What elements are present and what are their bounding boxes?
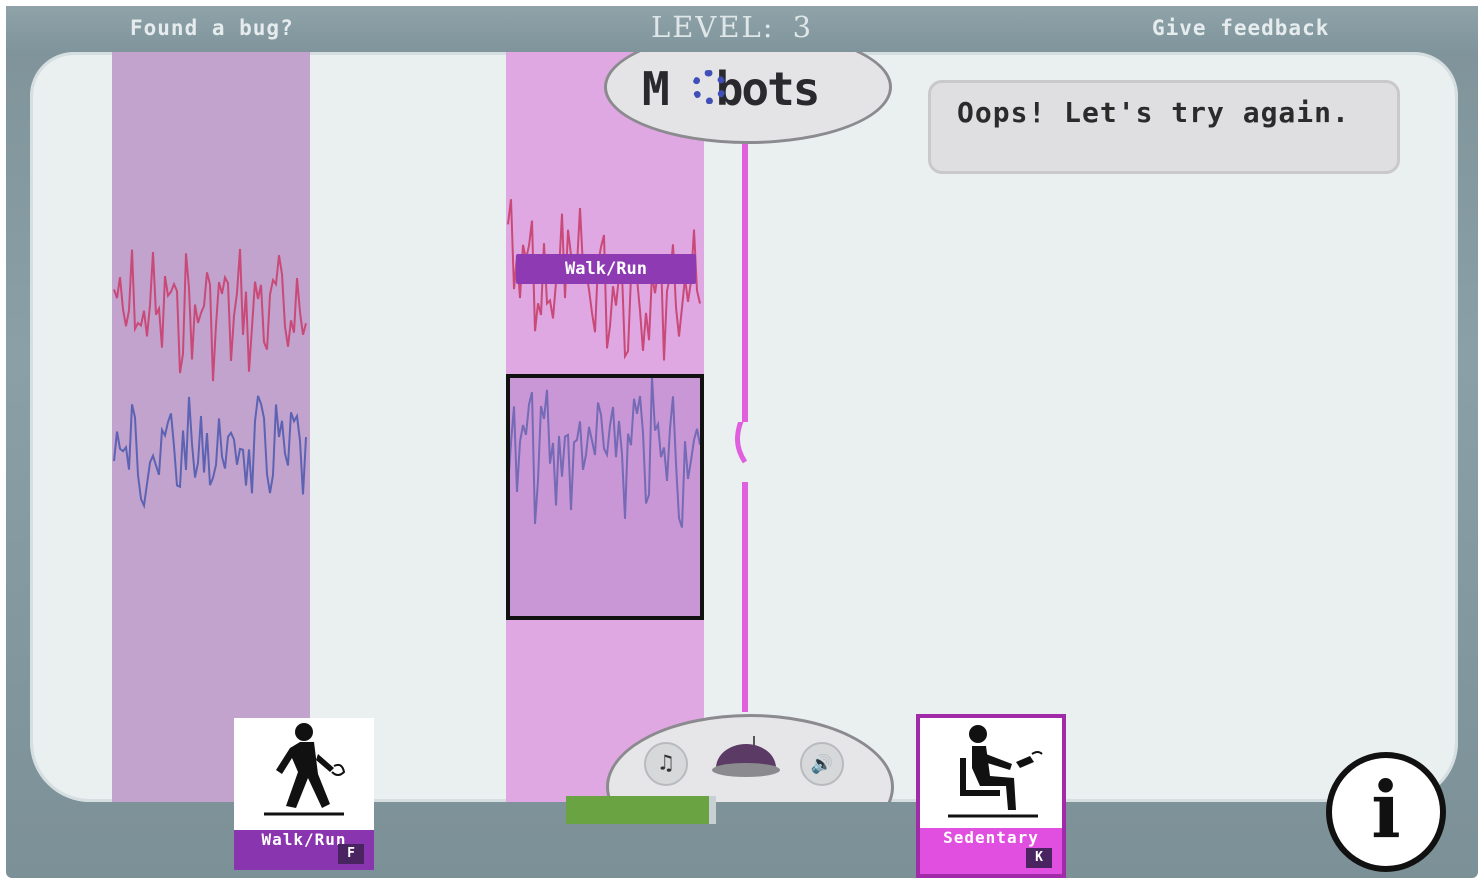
music-icon: ♫ bbox=[659, 751, 673, 776]
gear-icon bbox=[692, 70, 726, 104]
info-icon: i bbox=[1371, 765, 1401, 856]
logo-letter-m: M bbox=[642, 62, 670, 116]
walking-person-icon bbox=[234, 718, 374, 830]
level-indicator: LEVEL: 3 bbox=[651, 10, 813, 44]
info-button[interactable]: i bbox=[1326, 752, 1446, 872]
selection-window[interactable] bbox=[506, 374, 704, 620]
segment-label-tag: Walk/Run bbox=[516, 254, 696, 284]
speaker-icon: 🔊 bbox=[810, 754, 834, 775]
feedback-message: Oops! Let's try again. bbox=[928, 80, 1400, 174]
give-feedback-link[interactable]: Give feedback bbox=[1152, 16, 1329, 40]
class-card-walkrun[interactable]: Walk/Run F bbox=[234, 718, 374, 870]
found-bug-link[interactable]: Found a bug? bbox=[130, 16, 294, 40]
robot-dome-icon bbox=[712, 736, 780, 777]
signal-trace-red bbox=[113, 248, 307, 382]
music-toggle-button[interactable]: ♫ bbox=[644, 742, 688, 786]
top-bar: Found a bug? LEVEL: 3 Give feedback bbox=[6, 6, 1478, 52]
keyboard-shortcut-badge: K bbox=[1026, 848, 1052, 868]
level-value: 3 bbox=[792, 10, 814, 44]
class-card-sedentary[interactable]: Sedentary K bbox=[916, 714, 1066, 878]
game-frame: Found a bug? LEVEL: 3 Give feedback Walk/… bbox=[6, 6, 1478, 878]
mobots-logo: Mbots bbox=[642, 62, 821, 116]
class-card-label: Sedentary bbox=[943, 828, 1039, 847]
signal-trace-blue bbox=[113, 395, 307, 510]
progress-bar-fill bbox=[566, 796, 709, 824]
sitting-person-icon bbox=[920, 718, 1062, 828]
game-screen: Walk/Run Mbots Oops! Let's try again. ♫ … bbox=[30, 52, 1458, 802]
sound-toggle-button[interactable]: 🔊 bbox=[800, 742, 844, 786]
level-label: LEVEL: bbox=[651, 10, 775, 44]
keyboard-shortcut-badge: F bbox=[338, 844, 364, 864]
logo-letters-bots: bots bbox=[715, 62, 821, 116]
divider-gap bbox=[730, 422, 760, 482]
